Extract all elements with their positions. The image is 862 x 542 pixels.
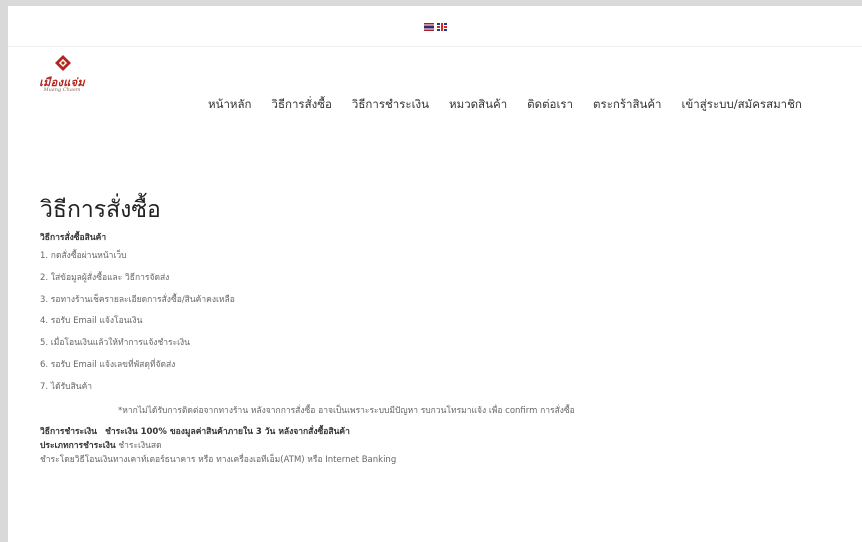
nav-how-to-order[interactable]: วิธีการสั่งซื้อ: [272, 96, 332, 114]
order-step: 7. ได้รับสินค้า: [40, 381, 93, 392]
main-content: วิธีการสั่งซื้อสินค้า 1. กดสั่งซื้อผ่านห…: [40, 230, 840, 467]
nav-home[interactable]: หน้าหลัก: [208, 96, 252, 114]
order-step: 6. รอรับ Email แจ้งเลขที่พัสดุที่จัดส่ง: [40, 359, 176, 370]
nav-payment-method[interactable]: วิธีการชำระเงิน: [352, 96, 429, 114]
order-step: 3. รอทางร้านเช็ครายละเอียดการสั่งซื้อ/สิ…: [40, 294, 235, 305]
order-step: 1. กดสั่งซื้อผ่านหน้าเว็บ: [40, 251, 127, 261]
nav-contact[interactable]: ติดต่อเรา: [527, 96, 573, 114]
section-heading: วิธีการสั่งซื้อสินค้า: [40, 233, 107, 243]
payment-description: ชำระโดยวิธีโอนเงินทางเคาท์เตอร์ธนาคาร หร…: [40, 454, 397, 465]
payment-terms: วิธีการชำระเงิน ชำระเงิน 100% ของมูลค่าส…: [40, 425, 840, 439]
logo-tagline: Muang Chaem: [43, 87, 81, 93]
uk-flag-icon[interactable]: [437, 23, 447, 31]
language-switcher: [424, 23, 447, 31]
language-bar: [8, 6, 862, 47]
payment-label: วิธีการชำระเงิน: [40, 426, 97, 437]
order-step: 2. ใส่ข้อมูลผู้สั่งซื้อและ วิธีการจัดส่ง: [40, 272, 170, 283]
payment-text: ชำระเงิน 100% ของมูลค่าสินค้าภายใน 3 วัน…: [105, 426, 350, 437]
payment-type-value: ชำระเงินสด: [118, 440, 162, 451]
page-frame: เมืองแจ่ม Muang Chaem หน้าหลัก วิธีการสั…: [8, 6, 862, 542]
site-logo[interactable]: เมืองแจ่ม Muang Chaem: [32, 54, 92, 100]
main-nav: หน้าหลัก วิธีการสั่งซื้อ วิธีการชำระเงิน…: [208, 96, 802, 114]
nav-cart[interactable]: ตระกร้าสินค้า: [593, 96, 661, 114]
order-step: 5. เมื่อโอนเงินแล้วให้ทำการแจ้งชำระเงิน: [40, 338, 190, 349]
order-steps-list: 1. กดสั่งซื้อผ่านหน้าเว็บ 2. ใส่ข้อมูลผู…: [40, 246, 840, 399]
page-title: วิธีการสั่งซื้อ: [40, 197, 161, 223]
nav-login-register[interactable]: เข้าสู่ระบบ/สมัครสมาชิก: [682, 96, 802, 114]
order-note: *หากไม่ได้รับการติดต่อจากทางร้าน หลังจาก…: [118, 405, 575, 416]
payment-type-label: ประเภทการชำระเงิน: [40, 440, 116, 451]
diamond-logo-icon: [55, 55, 71, 71]
payment-type: ประเภทการชำระเงิน ชำระเงินสด: [40, 439, 840, 453]
thai-flag-icon[interactable]: [424, 23, 434, 31]
nav-categories[interactable]: หมวดสินค้า: [449, 96, 507, 114]
order-step: 4. รอรับ Email แจ้งโอนเงิน: [40, 316, 143, 327]
